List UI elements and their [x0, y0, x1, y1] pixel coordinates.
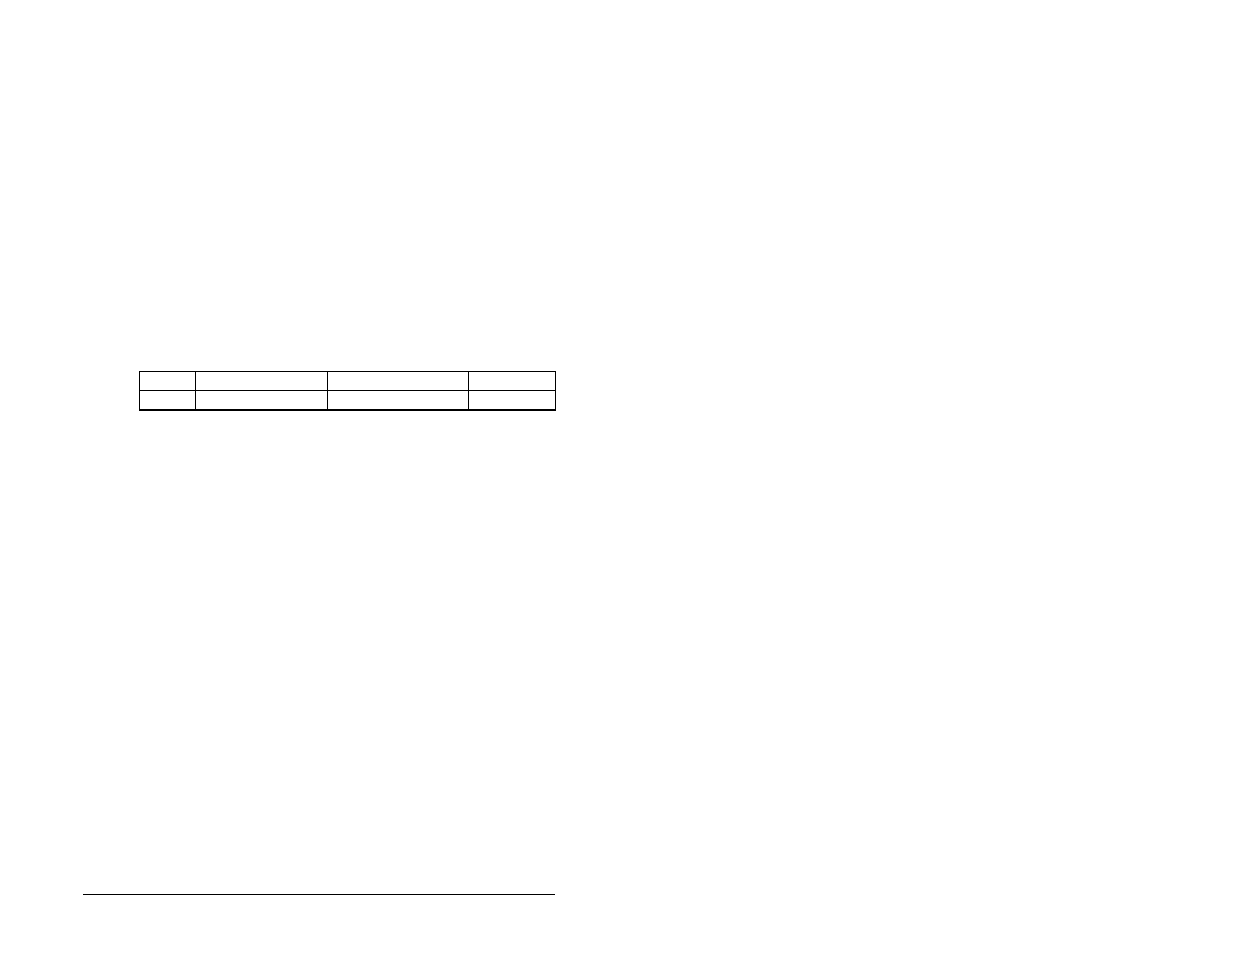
table-cell: [140, 391, 196, 411]
table-row: [140, 391, 556, 411]
table-cell: [196, 391, 328, 411]
table-cell: [328, 372, 469, 391]
empty-table: [139, 371, 556, 411]
table-cell: [328, 391, 469, 411]
table-cell: [469, 372, 556, 391]
horizontal-rule: [83, 894, 555, 895]
table-cell: [469, 391, 556, 411]
table-cell: [196, 372, 328, 391]
table-cell: [140, 372, 196, 391]
table-row: [140, 372, 556, 391]
